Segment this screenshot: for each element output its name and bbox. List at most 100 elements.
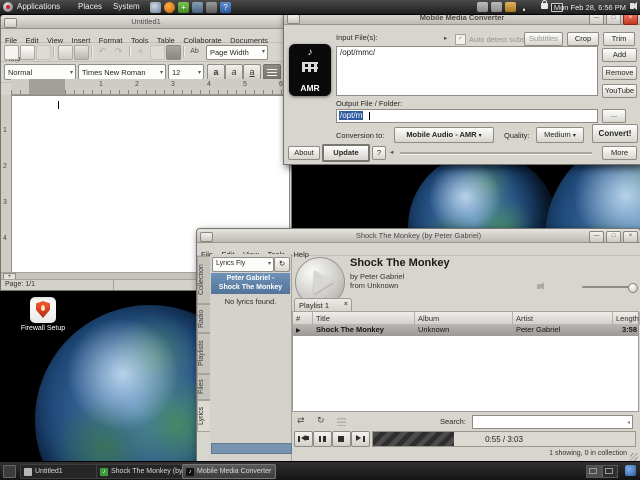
dynamic-mode-icon[interactable] [337, 418, 346, 426]
column-number[interactable]: # [293, 312, 313, 325]
remove-button[interactable]: Remove [602, 66, 637, 80]
volume-slider[interactable] [582, 283, 638, 293]
tray-folder-icon[interactable] [505, 2, 516, 12]
paste-icon[interactable] [166, 45, 181, 60]
column-title[interactable]: Title [313, 312, 415, 325]
quality-value: Medium [544, 130, 571, 139]
writer-titlebar[interactable]: Untitled1 [1, 15, 291, 29]
browser-launcher-icon[interactable] [150, 1, 161, 13]
workspace-2[interactable] [602, 465, 618, 478]
output-input[interactable]: /opt/m [336, 109, 598, 123]
clear-search-icon[interactable]: ◂ [627, 419, 630, 426]
resize-grip[interactable] [630, 453, 638, 461]
tools-launcher-icon[interactable] [192, 1, 203, 13]
playlist-body[interactable]: ▶ Shock The Monkey Unknown Peter Gabriel… [292, 324, 639, 412]
tab-files[interactable]: Files [197, 374, 210, 400]
tab-lyrics[interactable]: Lyrics [197, 400, 210, 432]
menu-system[interactable]: System [113, 2, 140, 11]
input-files-list[interactable]: /opt/mmc/ [336, 46, 598, 96]
close-button[interactable]: × [623, 230, 638, 243]
workspace-1[interactable] [586, 465, 602, 478]
print-icon[interactable] [74, 45, 89, 60]
writer-menubar: File Edit View Insert Format Tools Table… [1, 29, 291, 63]
quality-dropdown[interactable]: Medium ▾ [536, 127, 584, 143]
font-dropdown[interactable]: Times New Roman ▾ [78, 64, 166, 80]
maximize-button[interactable]: □ [606, 230, 621, 243]
browse-button[interactable]: ... [602, 109, 626, 123]
tab-collection[interactable]: Collection [197, 256, 210, 304]
close-tab-icon[interactable]: × [344, 301, 348, 308]
table-row[interactable]: ▶ Shock The Monkey Unknown Peter Gabriel… [293, 324, 638, 336]
taskbar-item-converter[interactable]: ♪ Mobile Media Converter [182, 464, 276, 479]
add-button[interactable]: Add [602, 48, 637, 62]
style-dropdown[interactable]: Normal ▾ [4, 64, 76, 80]
taskbar-item-player[interactable]: ♪ Shock The Monkey (by… [96, 464, 186, 479]
update-button[interactable]: Update [322, 144, 370, 162]
desktop-icon-firewall-setup[interactable]: Firewall Setup [13, 297, 73, 332]
column-length[interactable]: Length [613, 312, 640, 325]
about-button[interactable]: About [288, 146, 320, 160]
repeat-icon[interactable]: ↻ [317, 415, 325, 426]
spellcheck-icon[interactable]: Ab [188, 45, 201, 58]
horizontal-ruler[interactable]: 1 2 3 4 5 6 [11, 79, 290, 95]
playlist-tab-label: Playlist 1 [299, 301, 330, 310]
player-title: Shock The Monkey (by Peter Gabriel) [355, 230, 482, 240]
menu-applications[interactable]: Applications [17, 2, 60, 11]
open-icon[interactable] [20, 45, 35, 60]
volume-tray-icon[interactable] [630, 1, 637, 10]
tray-window-icon[interactable] [477, 2, 488, 12]
add-software-launcher-icon[interactable]: + [178, 1, 189, 13]
distributor-logo-icon[interactable] [3, 2, 13, 12]
conversion-dropdown[interactable]: Mobile Audio - AMR ▾ [394, 127, 494, 143]
task-label: Untitled1 [35, 468, 63, 475]
terminal-launcher-icon[interactable] [206, 1, 217, 13]
trash-icon[interactable] [625, 465, 636, 476]
toolbar-separator [53, 46, 55, 57]
lock-icon[interactable] [541, 0, 548, 9]
crop-button[interactable]: Crop [567, 32, 599, 46]
clock[interactable]: Mon Feb 28, 6:56 PM [554, 3, 626, 12]
export-icon[interactable] [58, 45, 73, 60]
stop-button[interactable] [332, 431, 351, 447]
pause-button[interactable] [313, 431, 332, 447]
statusbar-divider [113, 280, 114, 290]
minimize-button[interactable]: — [589, 230, 604, 243]
youtube-button[interactable]: YouTube [602, 84, 637, 98]
shuffle-icon[interactable]: ⇄ [297, 415, 305, 426]
column-artist[interactable]: Artist [513, 312, 613, 325]
refresh-lyrics-button[interactable]: ↻ [274, 257, 290, 272]
column-album[interactable]: Album [415, 312, 513, 325]
player-titlebar[interactable]: Shock The Monkey (by Peter Gabriel) — □ … [197, 229, 640, 243]
taskbar-item-writer[interactable]: Untitled1 [20, 464, 100, 479]
collapse-icon[interactable]: ◂ [390, 148, 393, 156]
tray-window-icon[interactable] [491, 2, 502, 12]
network-signal-icon[interactable] [523, 8, 526, 11]
auto-detect-checkbox[interactable]: ✓ [455, 34, 466, 45]
search-input[interactable]: ◂ [472, 415, 633, 429]
input-file-entry[interactable]: /opt/mmc/ [340, 48, 375, 57]
ruler-number: 4 [3, 235, 7, 242]
trim-button[interactable]: Trim [603, 32, 635, 46]
previous-button[interactable] [294, 431, 313, 447]
zoom-dropdown[interactable]: Page Width ▾ [206, 45, 268, 60]
lyrics-provider-dropdown[interactable]: Lyrics Fly ▾ [212, 257, 274, 272]
seek-bar[interactable]: 0:55 / 3:03 [372, 431, 636, 447]
expander-icon[interactable]: ▸ [444, 34, 447, 42]
new-document-icon[interactable] [4, 45, 19, 60]
tab-radio[interactable]: Radio [197, 304, 210, 333]
font-size-dropdown[interactable]: 12 ▾ [168, 64, 204, 80]
show-desktop-icon[interactable] [3, 465, 16, 478]
more-button[interactable]: More [602, 146, 637, 160]
help-launcher-icon[interactable]: ? [220, 1, 231, 13]
now-playing-title: Shock The Monkey [350, 257, 450, 269]
tab-playlists[interactable]: Playlists [197, 333, 210, 374]
conversion-label: Conversion to: [336, 131, 385, 140]
help-button[interactable]: ? [372, 146, 386, 160]
lyrics-panel-footer[interactable] [211, 443, 292, 454]
menu-places[interactable]: Places [78, 2, 102, 11]
firefox-launcher-icon[interactable] [164, 1, 175, 13]
playlist-tab[interactable]: Playlist 1 × [294, 298, 352, 312]
ruler-margin[interactable] [29, 79, 65, 94]
next-button[interactable] [351, 431, 370, 447]
convert-button[interactable]: Convert! [592, 124, 638, 143]
